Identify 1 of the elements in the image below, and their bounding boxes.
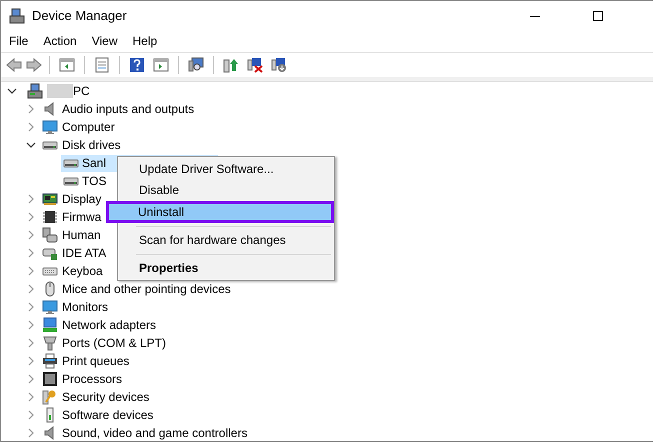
window-title: Device Manager xyxy=(32,8,127,23)
